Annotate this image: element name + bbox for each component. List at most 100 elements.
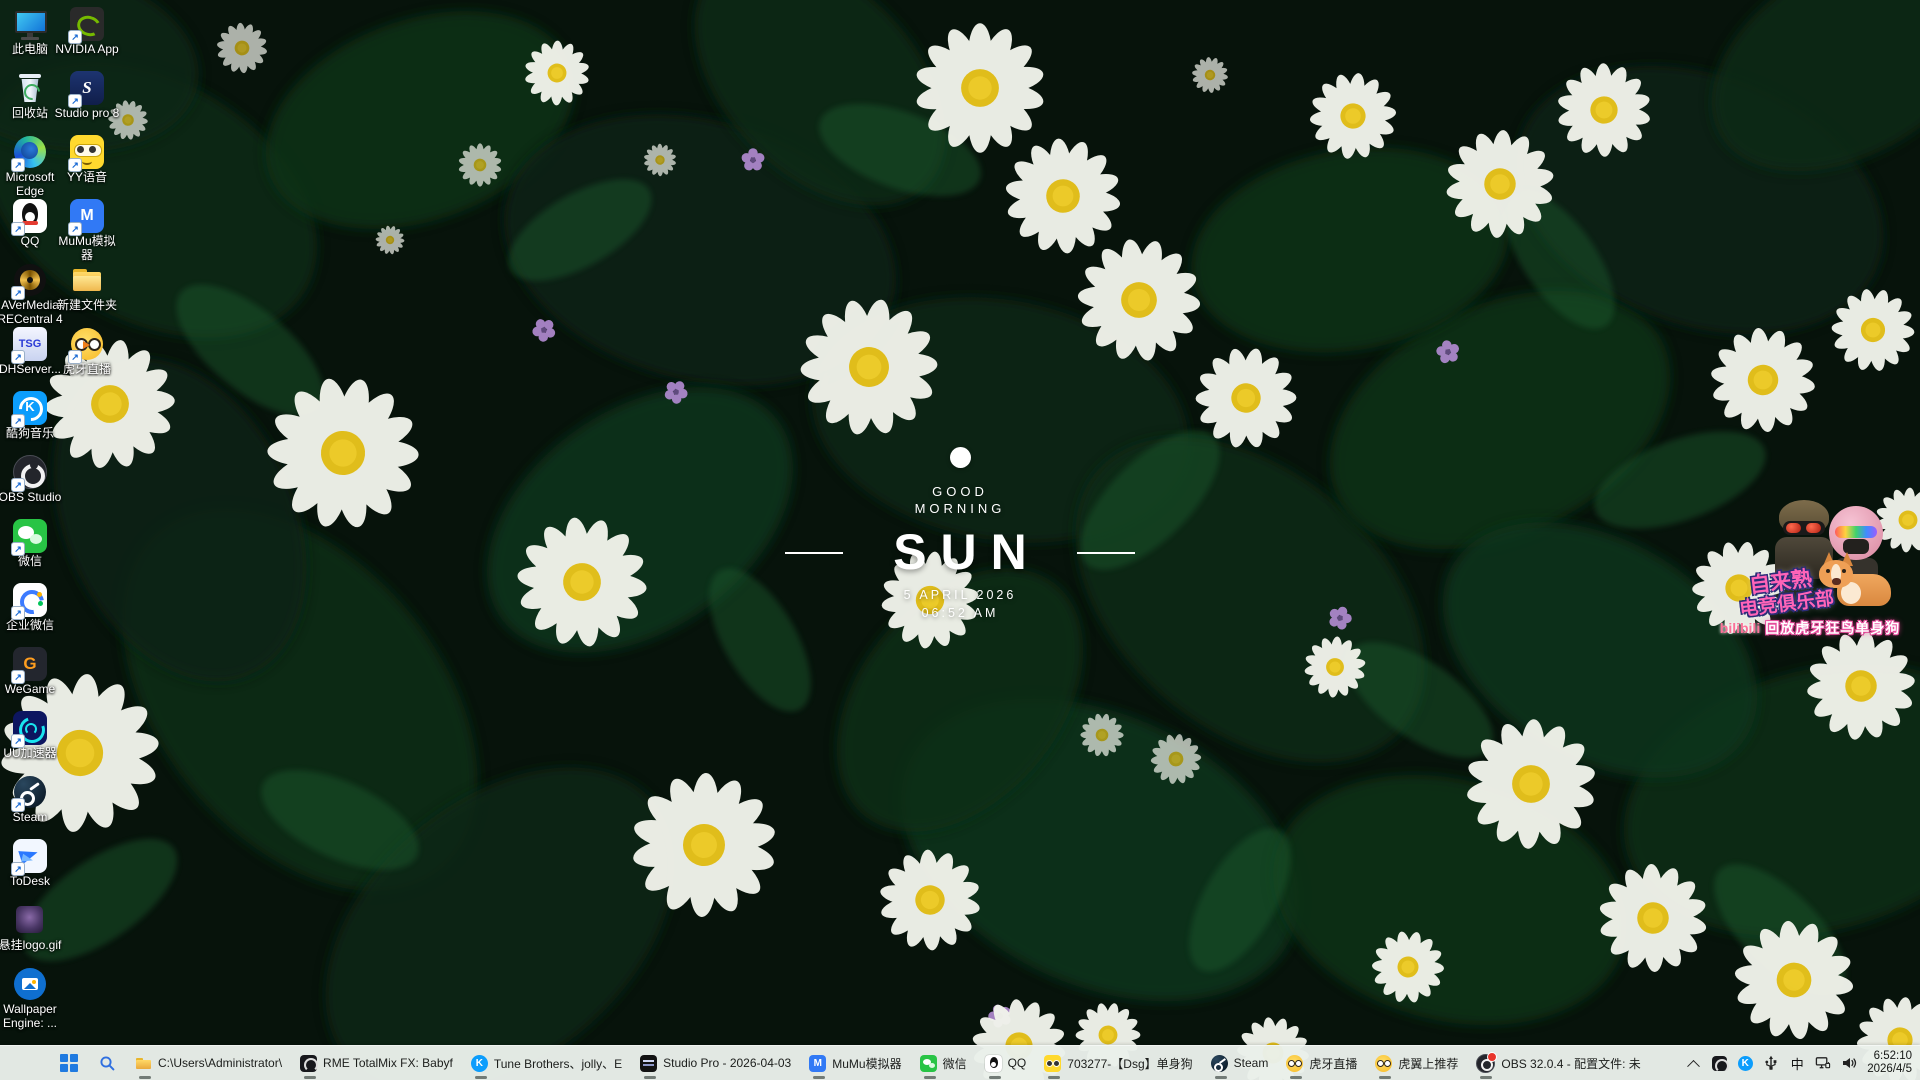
desktop-icon-studio-c2[interactable]: S↗Studio pro 8 bbox=[59, 70, 115, 121]
desktop-icon-qq[interactable]: ↗QQ bbox=[2, 198, 58, 249]
taskbar-item-mumu-4[interactable]: MMuMu模拟器 bbox=[800, 1046, 910, 1080]
bilibili-logo: bilibili bbox=[1720, 620, 1760, 636]
running-indicator bbox=[139, 1076, 151, 1079]
desktop-icon-wechat[interactable]: ↗微信 bbox=[2, 518, 58, 569]
shortcut-arrow-icon: ↗ bbox=[68, 158, 82, 172]
taskbar-item-totalmix-1[interactable]: RME TotalMix FX: Babyf bbox=[291, 1046, 462, 1080]
desktop-icon-label: 企业微信 bbox=[0, 619, 64, 633]
desktop-icon-label: WeGame bbox=[0, 683, 64, 697]
desktop-icon-pc[interactable]: 此电脑 bbox=[2, 6, 58, 57]
taskbar-item-label: RME TotalMix FX: Babyf bbox=[323, 1056, 453, 1070]
taskbar-item-kugou-2[interactable]: KTune Brothers、jolly、E bbox=[462, 1046, 631, 1080]
greeting-line2: MORNING bbox=[770, 500, 1150, 517]
wallpaper-engine-icon bbox=[14, 968, 46, 1000]
taskbar-item-yy-7[interactable]: 703277-【Dsg】单身狗 bbox=[1035, 1046, 1201, 1080]
desktop-icon-tsg[interactable]: TSG↗DHServer... bbox=[2, 326, 58, 377]
desktop-icon-label: MuMu模拟器 bbox=[53, 235, 121, 262]
desktop-icon-obs[interactable]: ↗OBS Studio bbox=[2, 454, 58, 505]
overlay-caption-text: 回放虎牙狂鸟单身狗 bbox=[1765, 618, 1900, 638]
desktop-icon-label: ToDesk bbox=[0, 875, 64, 889]
red-goggles-icon bbox=[1783, 521, 1825, 535]
desktop-icon-recentral[interactable]: ↗AVerMedia RECentral 4 bbox=[2, 262, 58, 326]
running-indicator bbox=[924, 1076, 936, 1079]
taskbar-item-wechat-5[interactable]: 微信 bbox=[911, 1046, 976, 1080]
desktop-icon-label: 新建文件夹 bbox=[53, 299, 121, 313]
desktop-icon-steam[interactable]: ↗Steam bbox=[2, 774, 58, 825]
desktop-icon-mumu-c2[interactable]: M↗MuMu模拟器 bbox=[59, 198, 115, 262]
network-icon bbox=[1815, 1055, 1831, 1071]
right-rule-line bbox=[1077, 552, 1135, 554]
shortcut-arrow-icon: ↗ bbox=[68, 222, 82, 236]
taskbar-item-studiopro-3[interactable]: Studio Pro - 2026-04-03 bbox=[631, 1046, 800, 1080]
shortcut-arrow-icon: ↗ bbox=[11, 670, 25, 684]
desktop-icon-uu[interactable]: ↗UU加速器 bbox=[2, 710, 58, 761]
taskbar-item-huya-9[interactable]: 虎牙直播 bbox=[1277, 1046, 1366, 1080]
day-of-week: SUN bbox=[770, 526, 1150, 578]
desktop-icon-huya-c2[interactable]: ↗虎牙直播 bbox=[59, 326, 115, 377]
taskbar-item-label: Tune Brothers、jolly、E bbox=[494, 1055, 622, 1072]
volume-button[interactable] bbox=[1841, 1055, 1857, 1071]
taskbar-item-label: Studio Pro - 2026-04-03 bbox=[663, 1056, 791, 1070]
network-button[interactable] bbox=[1815, 1055, 1831, 1071]
desktop-icon-yy-c2[interactable]: ↗YY语音 bbox=[59, 134, 115, 185]
desktop-icon-kugou[interactable]: K↗酷狗音乐 bbox=[2, 390, 58, 441]
windows-logo-icon bbox=[60, 1054, 78, 1072]
tray-usb[interactable] bbox=[1763, 1055, 1779, 1071]
shortcut-arrow-icon: ↗ bbox=[11, 158, 25, 172]
running-indicator bbox=[1480, 1076, 1492, 1079]
desktop-icon-wallpaper[interactable]: Wallpaper Engine: ... bbox=[2, 966, 58, 1030]
shortcut-arrow-icon: ↗ bbox=[11, 606, 25, 620]
desktop-icon-todesk[interactable]: ↗ToDesk bbox=[2, 838, 58, 889]
desktop-icon-wegame[interactable]: G↗WeGame bbox=[2, 646, 58, 697]
running-indicator bbox=[1048, 1076, 1060, 1079]
desktop-icon-wework[interactable]: ↗企业微信 bbox=[2, 582, 58, 633]
taskbar-item-huya-10[interactable]: 虎翼上推荐 bbox=[1366, 1046, 1467, 1080]
taskbar-item-explorer-0[interactable]: C:\Users\Administrator\ bbox=[126, 1046, 291, 1080]
clock-time: 6:52:10 bbox=[1867, 1050, 1912, 1063]
taskbar-item-qq-6[interactable]: QQ bbox=[976, 1046, 1036, 1080]
desktop-icon-folder-c2[interactable]: 新建文件夹 bbox=[59, 262, 115, 313]
shortcut-arrow-icon: ↗ bbox=[68, 350, 82, 364]
taskbar-left: C:\Users\Administrator\ RME TotalMix FX: … bbox=[0, 1046, 1650, 1080]
tray-clock[interactable]: 6:52:10 2026/4/5 bbox=[1867, 1050, 1912, 1076]
recycle-bin-icon bbox=[13, 71, 47, 105]
taskbar-item-obs-11[interactable]: OBS 32.0.4 - 配置文件: 未 bbox=[1467, 1046, 1649, 1080]
shortcut-arrow-icon: ↗ bbox=[11, 222, 25, 236]
huya-icon bbox=[1286, 1055, 1303, 1072]
shortcut-arrow-icon: ↗ bbox=[11, 414, 25, 428]
desktop-icon-label: 微信 bbox=[0, 555, 64, 569]
start-button[interactable] bbox=[50, 1046, 88, 1080]
desktop-icon-label: OBS Studio bbox=[0, 491, 64, 505]
running-indicator bbox=[989, 1076, 1001, 1079]
taskbar-item-label: 微信 bbox=[943, 1055, 967, 1072]
obs-icon bbox=[1476, 1054, 1495, 1073]
overlay-caption: bilibili 回放虎牙狂鸟单身狗 bbox=[1703, 618, 1917, 638]
taskbar-item-label: OBS 32.0.4 - 配置文件: 未 bbox=[1501, 1055, 1640, 1072]
gif-thumbnail-icon bbox=[13, 903, 47, 937]
studio-pro-icon bbox=[640, 1055, 657, 1072]
shortcut-arrow-icon: ↗ bbox=[11, 734, 25, 748]
desktop-icon-edge[interactable]: ↗Microsoft Edge bbox=[2, 134, 58, 198]
tray-totalmix[interactable] bbox=[1711, 1055, 1727, 1071]
taskbar-item-steam-8[interactable]: Steam bbox=[1202, 1046, 1278, 1080]
desktop-icon-label: 虎牙直播 bbox=[53, 363, 121, 377]
hidden-icons-chevron[interactable] bbox=[1685, 1055, 1701, 1071]
desktop-icon-recycle[interactable]: 回收站 bbox=[2, 70, 58, 121]
taskbar-item-label: C:\Users\Administrator\ bbox=[158, 1056, 282, 1070]
widget-dot-icon bbox=[950, 447, 971, 468]
desktop-icon-nvidia-c2[interactable]: ↗NVIDIA App bbox=[59, 6, 115, 57]
search-button[interactable] bbox=[88, 1046, 126, 1080]
this-pc-icon bbox=[13, 7, 47, 41]
desktop-icon-gif[interactable]: 悬挂logo.gif bbox=[2, 902, 58, 953]
search-icon bbox=[99, 1055, 116, 1072]
shortcut-arrow-icon: ↗ bbox=[11, 350, 25, 364]
shortcut-arrow-icon: ↗ bbox=[11, 542, 25, 556]
tray-kugou[interactable]: K bbox=[1737, 1055, 1753, 1071]
taskbar-item-label: 703277-【Dsg】单身狗 bbox=[1067, 1055, 1192, 1072]
clock-date: 2026/4/5 bbox=[1867, 1063, 1912, 1076]
ime-indicator[interactable]: 中 bbox=[1789, 1055, 1805, 1071]
taskbar-app-buttons: C:\Users\Administrator\ RME TotalMix FX: … bbox=[126, 1046, 1650, 1080]
taskbar-item-label: Steam bbox=[1234, 1056, 1269, 1070]
explorer-icon bbox=[135, 1055, 152, 1072]
usb-icon bbox=[1763, 1055, 1779, 1071]
